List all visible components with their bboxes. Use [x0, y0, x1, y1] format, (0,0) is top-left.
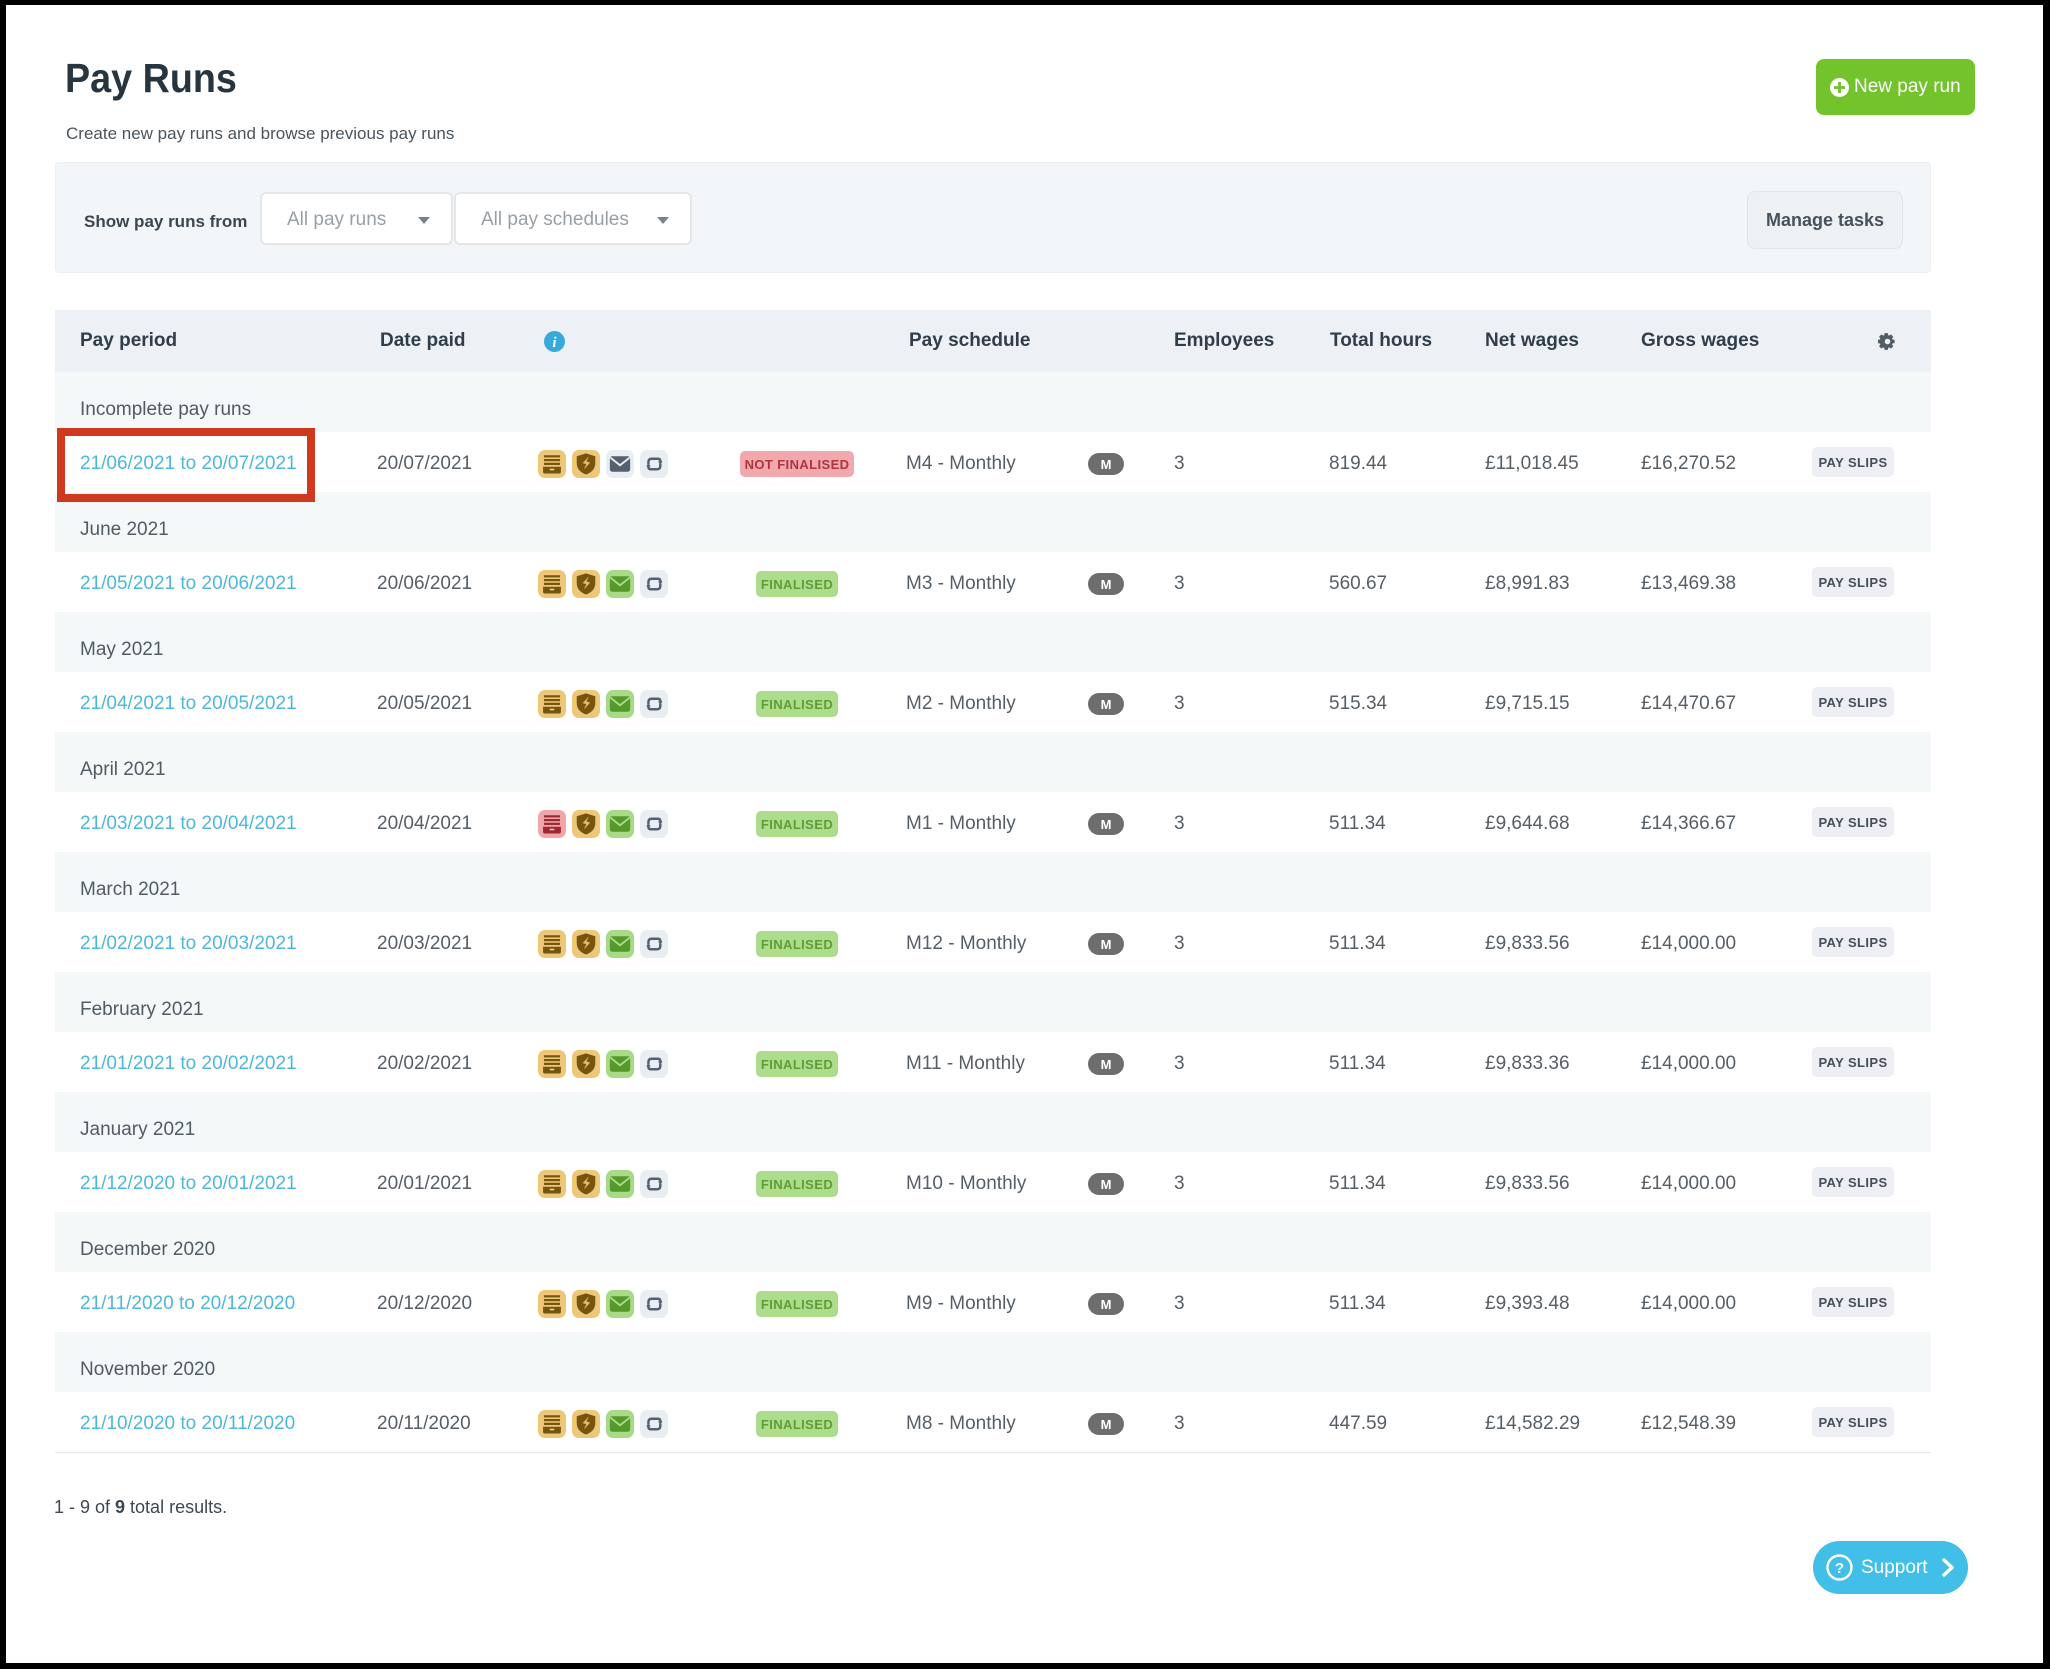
svg-text:?: ?: [1835, 1560, 1844, 1577]
